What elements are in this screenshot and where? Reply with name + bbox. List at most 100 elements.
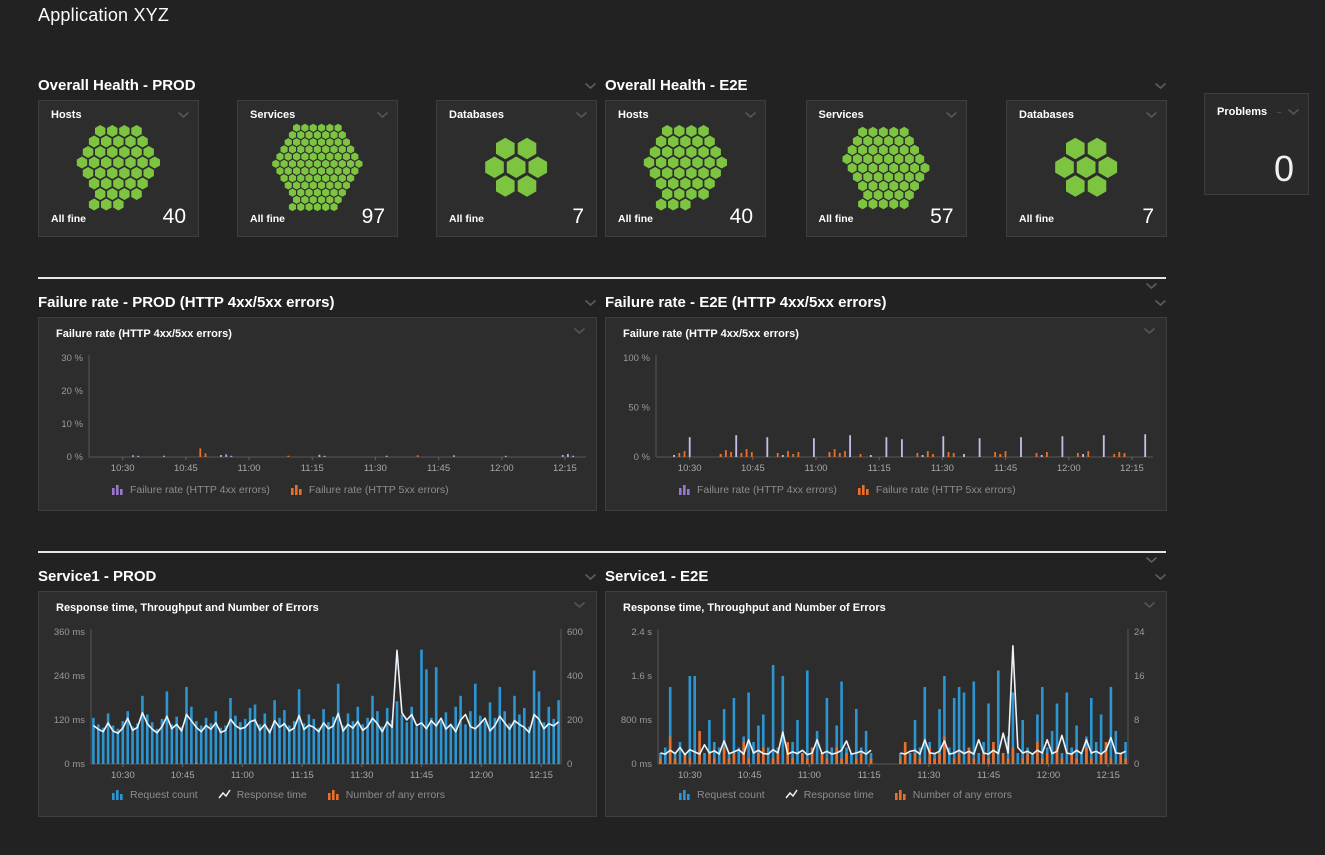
legend-label: Response time (804, 789, 874, 801)
chevron-down-icon[interactable] (573, 327, 586, 335)
section-title-overall-health-prod: Overall Health - PROD (38, 77, 196, 94)
svg-text:10:30: 10:30 (111, 463, 135, 474)
failure-rate-chart-tile-e2e[interactable]: Failure rate (HTTP 4xx/5xx errors) 100 %… (605, 317, 1167, 511)
svg-text:1.6 s: 1.6 s (631, 671, 652, 682)
chevron-down-icon[interactable] (1154, 573, 1167, 581)
svg-text:800 ms: 800 ms (621, 715, 652, 726)
status-text: All fine (51, 213, 86, 229)
problems-tile[interactable]: Problems 0 (1204, 93, 1309, 195)
svg-text:11:30: 11:30 (350, 770, 373, 781)
svg-text:11:45: 11:45 (977, 770, 1000, 781)
bar-series-icon (327, 788, 340, 801)
chevron-down-icon[interactable] (573, 601, 586, 609)
failure-rate-chart-e2e[interactable]: 100 %50 %0 %10:3010:4511:0011:1511:3011:… (606, 348, 1163, 483)
line-series-icon (785, 788, 798, 801)
legend-label: Failure rate (HTTP 5xx errors) (876, 484, 1016, 496)
legend-item-bars[interactable]: Number of any errors (327, 788, 445, 801)
svg-text:11:30: 11:30 (931, 463, 954, 474)
service-section-e2e: Service1 - E2E Response time, Throughput… (605, 553, 1167, 817)
svg-text:16: 16 (1134, 671, 1145, 682)
chevron-down-icon[interactable] (376, 111, 389, 119)
chevron-down-icon[interactable] (584, 573, 597, 581)
chart-title: Response time, Throughput and Number of … (623, 602, 886, 614)
legend-item-bars[interactable]: Failure rate (HTTP 5xx errors) (857, 483, 1016, 496)
legend-item-bars[interactable]: Request count (111, 788, 198, 801)
health-tile-services-prod[interactable]: Services All fine97 (237, 100, 398, 237)
svg-text:12:15: 12:15 (1096, 770, 1120, 781)
tile-label: Databases (449, 109, 504, 121)
chart-legend: Failure rate (HTTP 4xx errors) Failure ra… (678, 483, 1016, 496)
failure-section-prod: Failure rate - PROD (HTTP 4xx/5xx errors… (38, 279, 597, 511)
svg-text:10:45: 10:45 (738, 770, 762, 781)
service-chart-tile-e2e[interactable]: Response time, Throughput and Number of … (605, 591, 1167, 817)
legend-item-bars[interactable]: Failure rate (HTTP 5xx errors) (290, 483, 449, 496)
failure-rate-chart-tile-prod[interactable]: Failure rate (HTTP 4xx/5xx errors) 30 %2… (38, 317, 597, 511)
svg-text:200: 200 (567, 715, 583, 726)
svg-text:20 %: 20 % (61, 386, 83, 397)
problems-column: Problems 0 (1204, 62, 1309, 237)
bar-series-icon (111, 788, 124, 801)
chevron-down-icon[interactable] (1287, 108, 1300, 116)
status-text: All fine (819, 213, 854, 229)
svg-text:11:45: 11:45 (994, 463, 1017, 474)
chevron-down-icon[interactable] (945, 111, 958, 119)
health-tile-hosts-e2e[interactable]: Hosts All fine40 (605, 100, 766, 237)
svg-text:10:45: 10:45 (171, 770, 195, 781)
legend-item-line[interactable]: Response time (218, 788, 307, 801)
chevron-down-icon[interactable] (584, 299, 597, 307)
legend-item-bars[interactable]: Number of any errors (894, 788, 1012, 801)
chevron-down-icon[interactable] (1143, 327, 1156, 335)
legend-label: Request count (697, 789, 765, 801)
legend-item-bars[interactable]: Request count (678, 788, 765, 801)
legend-item-bars[interactable]: Failure rate (HTTP 4xx errors) (111, 483, 270, 496)
svg-text:24: 24 (1134, 627, 1145, 638)
svg-text:11:15: 11:15 (301, 463, 324, 474)
svg-text:12:00: 12:00 (490, 463, 514, 474)
service-chart-e2e[interactable]: 2.4 s1.6 s800 ms0 ms24168010:3010:4511:0… (606, 622, 1163, 782)
chevron-down-icon[interactable] (1154, 299, 1167, 307)
svg-text:240 ms: 240 ms (54, 671, 85, 682)
health-tile-databases-e2e[interactable]: Databases All fine7 (1006, 100, 1167, 237)
svg-text:12:00: 12:00 (469, 770, 493, 781)
legend-label: Number of any errors (913, 789, 1012, 801)
tile-label: Hosts (618, 109, 649, 121)
chart-title: Response time, Throughput and Number of … (56, 602, 319, 614)
svg-text:0: 0 (567, 759, 572, 770)
legend-item-bars[interactable]: Failure rate (HTTP 4xx errors) (678, 483, 837, 496)
health-section-prod: Overall Health - PROD Hosts All fine40 S… (38, 62, 597, 237)
chart-legend: Failure rate (HTTP 4xx errors) Failure ra… (111, 483, 449, 496)
svg-text:11:00: 11:00 (805, 463, 828, 474)
chevron-down-icon[interactable] (1145, 111, 1158, 119)
svg-text:0 ms: 0 ms (64, 759, 85, 770)
svg-text:0: 0 (1134, 759, 1139, 770)
service-chart-tile-prod[interactable]: Response time, Throughput and Number of … (38, 591, 597, 817)
legend-item-line[interactable]: Response time (785, 788, 874, 801)
service-chart-prod[interactable]: 360 ms240 ms120 ms0 ms600400200010:3010:… (39, 622, 596, 782)
chevron-down-icon[interactable] (744, 111, 757, 119)
chevron-down-icon[interactable] (1154, 82, 1167, 90)
entity-count: 7 (572, 205, 584, 229)
svg-text:10:45: 10:45 (174, 463, 198, 474)
chevron-down-icon[interactable] (1145, 282, 1158, 290)
status-text: All fine (618, 213, 653, 229)
svg-text:11:30: 11:30 (364, 463, 387, 474)
svg-text:10 %: 10 % (61, 419, 83, 430)
health-tile-services-e2e[interactable]: Services All fine57 (806, 100, 967, 237)
health-tile-hosts-prod[interactable]: Hosts All fine40 (38, 100, 199, 237)
svg-text:11:00: 11:00 (238, 463, 261, 474)
svg-text:11:45: 11:45 (427, 463, 450, 474)
health-tile-databases-prod[interactable]: Databases All fine7 (436, 100, 597, 237)
chevron-down-icon[interactable] (1143, 601, 1156, 609)
chevron-down-icon[interactable] (1145, 556, 1158, 564)
failure-rate-chart-prod[interactable]: 30 %20 %10 %0 %10:3010:4511:0011:1511:30… (39, 348, 596, 483)
svg-text:600: 600 (567, 627, 583, 638)
chevron-down-icon[interactable] (177, 111, 190, 119)
health-section-e2e: Overall Health - E2E Hosts All fine40 Se… (605, 62, 1167, 237)
chevron-down-icon[interactable] (575, 111, 588, 119)
dashboard: Overall Health - PROD Hosts All fine40 S… (38, 62, 1310, 817)
chevron-down-icon[interactable] (584, 82, 597, 90)
svg-text:30 %: 30 % (61, 353, 83, 364)
section-divider (38, 277, 1166, 279)
status-text: All fine (250, 213, 285, 229)
section-title-service1-prod: Service1 - PROD (38, 568, 156, 585)
